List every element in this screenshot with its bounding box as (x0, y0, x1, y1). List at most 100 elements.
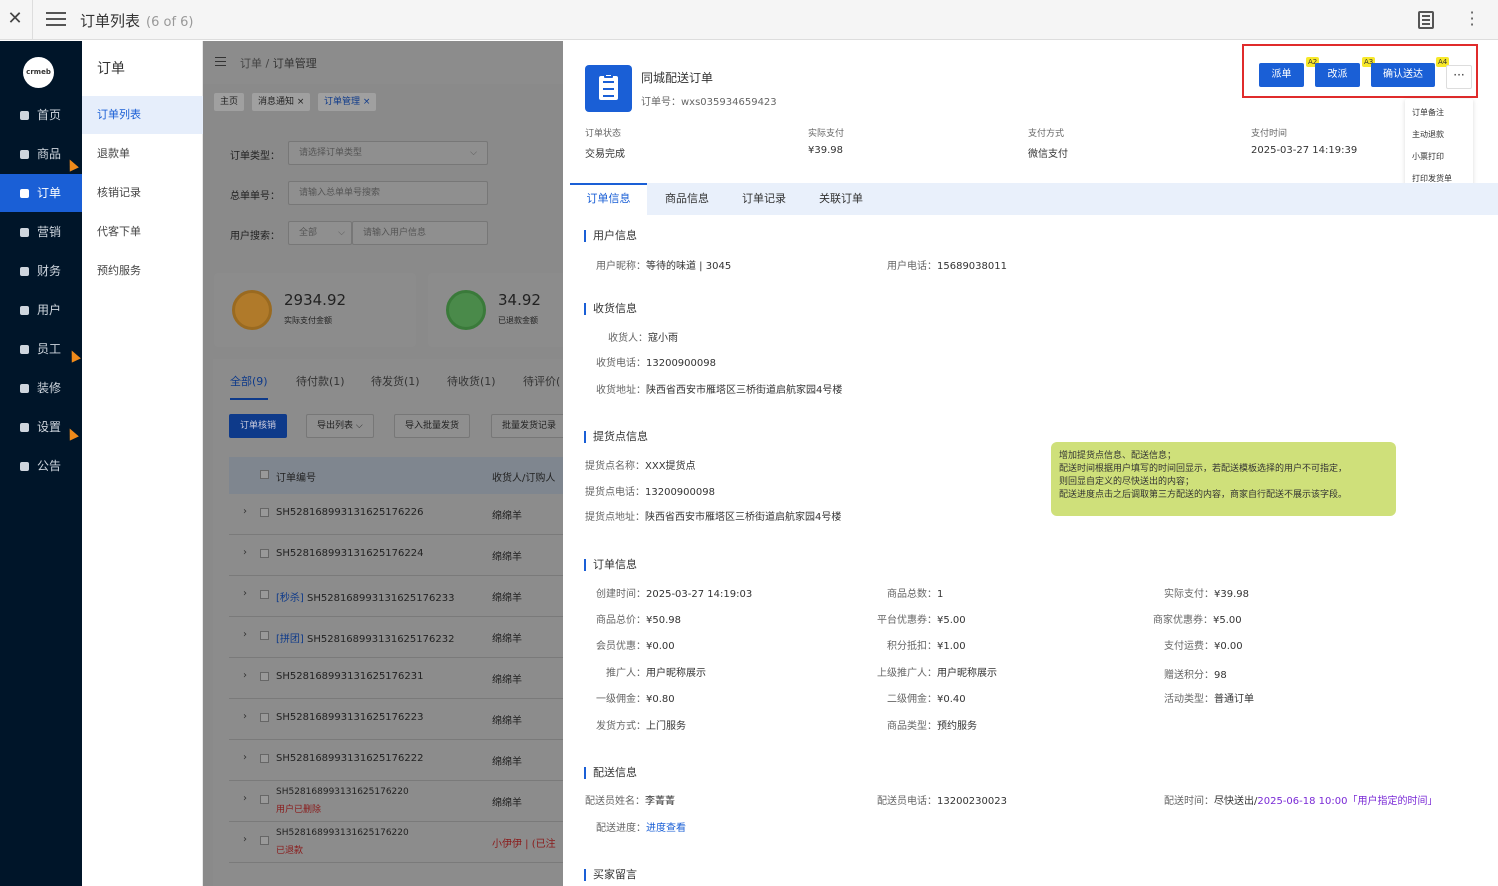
kv-delivery-progress: 配送进度：进度查看 (596, 819, 686, 834)
batch-ship-record-button[interactable]: 批量发货记录 (491, 414, 563, 438)
more-actions-button[interactable]: ··· (1446, 65, 1472, 89)
kv-receiver-addr: 收货地址：陕西省西安市雁塔区三桥街道启航家园4号楼 (596, 381, 842, 396)
import-ship-button[interactable]: 导入批量发货 (394, 414, 471, 438)
list-tab-all[interactable]: 全部(9) (230, 373, 268, 400)
menu-item-remark[interactable]: 订单备注 (1412, 107, 1444, 118)
summary-value: 2025-03-27 14:19:39 (1251, 145, 1358, 156)
kv-key: 活动类型： (1164, 694, 1214, 705)
row-checkbox[interactable] (260, 549, 269, 558)
sidebar-item-order[interactable]: 订单 (0, 174, 82, 212)
table-row[interactable]: › SH528168993131625176224 绵绵羊 (229, 535, 563, 576)
sidebar-item-notice[interactable]: 公告 (0, 447, 82, 485)
row-checkbox[interactable] (260, 631, 269, 640)
list-tab-unpaid[interactable]: 待付款(1) (296, 373, 345, 389)
tag-home[interactable]: 主页 (214, 93, 245, 111)
sidebar-item-marketing[interactable]: 营销 (0, 213, 82, 251)
expand-icon[interactable]: › (243, 834, 247, 845)
kv-platform-coupon: 平台优惠券：¥5.00 (877, 611, 966, 626)
stat-label: 已退款金额 (498, 316, 538, 325)
list-tab-unreviewed[interactable]: 待评价( (523, 373, 560, 389)
sidebar-item-label: 营销 (37, 225, 62, 239)
buyer: 绵绵羊 (492, 593, 522, 604)
kv-key: 赠送积分： (1164, 670, 1214, 681)
expand-icon[interactable]: › (243, 670, 247, 681)
user-icon (20, 306, 29, 315)
sidebar-item-finance[interactable]: 财务 (0, 252, 82, 290)
close-icon[interactable]: ✕ (6, 9, 24, 29)
sidebar-item-home[interactable]: 首页 (0, 96, 82, 134)
filter-panel: 订单类型： 请选择订单类型 ⌵ 总单单号： 请输入总单单号搜索 用户搜索： 全部 ⌵… (213, 126, 563, 252)
tab-order-info[interactable]: 订单信息 (570, 183, 647, 215)
row-checkbox[interactable] (260, 754, 269, 763)
collapse-icon[interactable] (215, 57, 226, 66)
subnav-item-refund[interactable]: 退款单 (82, 135, 203, 173)
kv-key: 提货点电话： (585, 487, 645, 498)
breadcrumb-parent[interactable]: 订单 / (240, 57, 269, 70)
total-no-input[interactable]: 请输入总单单号搜索 (288, 181, 488, 205)
subnav-item-proxy-order[interactable]: 代客下单 (82, 213, 203, 251)
order-no-text: SH528168993131625176222 (276, 753, 424, 764)
expand-icon[interactable]: › (243, 629, 247, 640)
order-type-label: 订单类型： (230, 151, 280, 162)
table-row[interactable]: › [秒杀] SH528168993131625176233 绵绵羊 (229, 576, 563, 617)
list-tab-unshipped[interactable]: 待发货(1) (371, 373, 420, 389)
sidebar-item-user[interactable]: 用户 (0, 291, 82, 329)
export-list-button[interactable]: 导出列表 ⌵ (306, 414, 374, 438)
content-header: 订单 / 订单管理 (203, 41, 563, 84)
expand-icon[interactable]: › (243, 547, 247, 558)
section-buyer-message: 买家留言 (584, 869, 637, 881)
table-row[interactable]: › SH528168993131625176223 绵绵羊 (229, 699, 563, 740)
row-checkbox[interactable] (260, 508, 269, 517)
clipboard-icon (585, 65, 632, 112)
subnav-item-booking[interactable]: 预约服务 (82, 252, 203, 290)
table-row[interactable]: › SH528168993131625176222 绵绵羊 (229, 740, 563, 781)
order-no: [拼团] SH528168993131625176232 (276, 630, 454, 645)
expand-icon[interactable]: › (243, 711, 247, 722)
user-search-select[interactable]: 全部 ⌵ (288, 221, 352, 245)
table-row[interactable]: › SH528168993131625176220 已退款 小伊伊 | (已注 (229, 822, 563, 863)
expand-icon[interactable]: › (243, 506, 247, 517)
sidebar-item-staff[interactable]: 员工 (0, 330, 82, 368)
row-checkbox[interactable] (260, 590, 269, 599)
document-icon[interactable] (1418, 11, 1434, 29)
list-tab-unreceived[interactable]: 待收货(1) (447, 373, 496, 389)
row-checkbox[interactable] (260, 836, 269, 845)
tab-order-log[interactable]: 订单记录 (727, 183, 801, 215)
kv-key: 提货点地址： (585, 512, 645, 523)
more-vertical-icon[interactable]: · · · (1468, 5, 1476, 33)
row-checkbox[interactable] (260, 672, 269, 681)
row-checkbox[interactable] (260, 795, 269, 804)
kv-goods-total: 商品总价：¥50.98 (596, 611, 681, 626)
select-all-checkbox[interactable] (260, 470, 269, 479)
subnav-item-order-list[interactable]: 订单列表 (82, 96, 203, 134)
tab-goods-info[interactable]: 商品信息 (650, 183, 724, 215)
tab-related-order[interactable]: 关联订单 (804, 183, 878, 215)
progress-link[interactable]: 进度查看 (646, 823, 686, 834)
menu-item-refund[interactable]: 主动退款 (1412, 129, 1444, 140)
sidebar-item-decor[interactable]: 装修 (0, 369, 82, 407)
menu-icon[interactable] (46, 12, 66, 28)
row-checkbox[interactable] (260, 713, 269, 722)
section-pickup: 提货点信息 (584, 431, 648, 443)
table-row[interactable]: › SH528168993131625176231 绵绵羊 (229, 658, 563, 699)
confirm-delivered-button[interactable]: 确认送达 (1371, 63, 1435, 87)
tag-order-manage[interactable]: 订单管理 × (318, 93, 377, 111)
menu-item-receipt-print[interactable]: 小票打印 (1412, 151, 1444, 162)
user-search-input[interactable]: 请输入用户信息 (352, 221, 488, 245)
subnav-item-verify[interactable]: 核销记录 (82, 174, 203, 212)
expand-icon[interactable]: › (243, 793, 247, 804)
tag-notice[interactable]: 消息通知 × (252, 93, 311, 111)
verify-order-button[interactable]: 订单核销 (229, 414, 288, 438)
table-row[interactable]: › SH528168993131625176226 绵绵羊 (229, 494, 563, 535)
expand-icon[interactable]: › (243, 588, 247, 599)
table-row[interactable]: › [拼团] SH528168993131625176232 绵绵羊 (229, 617, 563, 658)
reassign-button[interactable]: 改派 (1315, 63, 1360, 87)
dispatch-button[interactable]: 派单 (1259, 63, 1304, 87)
table-row[interactable]: › SH528168993131625176220 用户已删除 绵绵羊 (229, 781, 563, 822)
kv-merchant-coupon: 商家优惠券：¥5.00 (1153, 611, 1242, 626)
kv-user-nickname: 用户昵称：等待的味道 | 3045 (596, 257, 731, 272)
order-type-select[interactable]: 请选择订单类型 ⌵ (288, 141, 488, 165)
expand-icon[interactable]: › (243, 752, 247, 763)
order-no-text: SH528168993131625176220 (276, 828, 409, 838)
note-line: 增加提货点信息、配送信息； (1059, 451, 1177, 461)
